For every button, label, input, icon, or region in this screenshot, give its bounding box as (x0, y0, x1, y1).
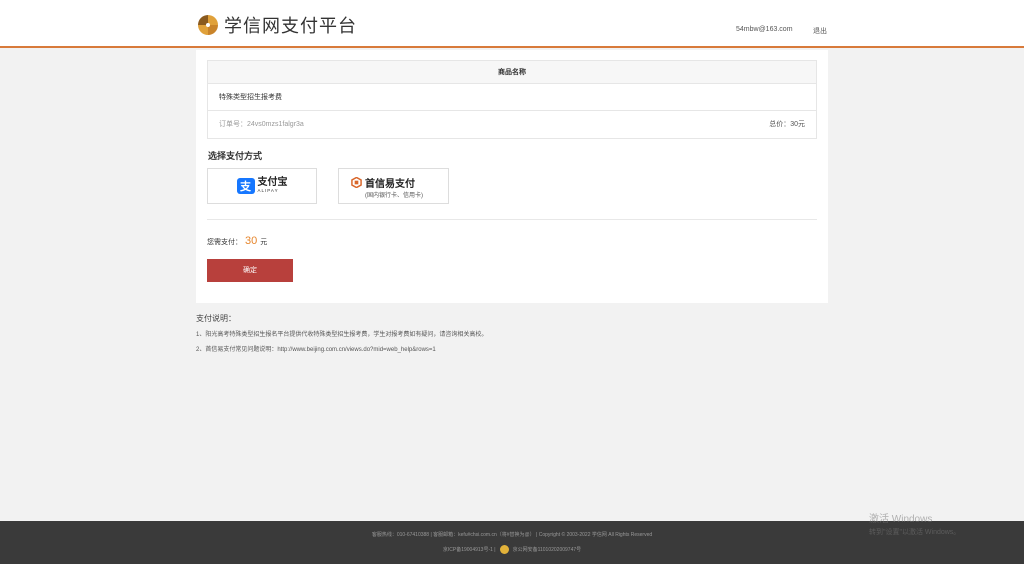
watermark-line-1: 激活 Windows (869, 514, 933, 525)
yeepay-option[interactable]: 首信易支付 (国内银行卡、信用卡) (338, 168, 449, 204)
alipay-sub: ALIPAY (257, 188, 279, 194)
confirm-button[interactable]: 确定 (207, 259, 293, 282)
payment-method-title: 选择支付方式 (208, 151, 263, 161)
order-number: 订单号：24vs0mzs1falgr3a (219, 121, 304, 128)
payment-card: 商品名称 特殊类型招生报考费 订单号：24vs0mzs1falgr3a 总价：3… (196, 50, 828, 303)
police-record[interactable]: 京公网安备11010202009747号 (513, 546, 582, 553)
order-summary-row: 订单号：24vs0mzs1falgr3a 总价：30元 (208, 111, 816, 138)
notes-line-2: 2、首信易支付常见问题说明：http://www.beijing.com.cn/… (196, 347, 436, 353)
yeepay-sub: (国内银行卡、信用卡) (365, 193, 423, 199)
logo-text: 学信网支付平台 (224, 16, 357, 36)
amount-due: 您需支付： 30 元 (207, 235, 267, 247)
user-email: 54mbw@163.com (736, 26, 793, 33)
windows-activation-watermark: 激活 Windows 转到"设置"以激活 Windows。 (869, 510, 960, 537)
alipay-option[interactable]: 支 支付宝 ALIPAY (207, 168, 317, 204)
item-name: 特殊类型招生报考费 (208, 84, 816, 111)
amount-value: 30 (245, 235, 258, 247)
divider (207, 219, 817, 220)
yeepay-icon (351, 177, 362, 188)
icp-record[interactable]: 京ICP备19004913号-1 | (443, 546, 496, 553)
order-table: 商品名称 特殊类型招生报考费 订单号：24vs0mzs1falgr3a 总价：3… (207, 60, 817, 139)
order-total: 总价：30元 (769, 121, 805, 128)
yeepay-name: 首信易支付 (365, 179, 415, 190)
table-header: 商品名称 (208, 61, 816, 84)
notes-line-1: 1、阳光高考特殊类型招生报名平台提供代收特殊类型招生报考费，学生对报考费如有疑问… (196, 332, 488, 338)
chsi-logo-icon (198, 15, 218, 35)
watermark-line-2: 转到"设置"以激活 Windows。 (869, 529, 961, 536)
logout-link[interactable]: 退出 (813, 26, 827, 36)
logo[interactable]: 学信网支付平台 (196, 12, 357, 38)
alipay-icon: 支 (236, 178, 255, 194)
top-header: 学信网支付平台 54mbw@163.com 退出 (0, 0, 1024, 48)
notes-title: 支付说明： (196, 314, 236, 323)
amount-unit: 元 (260, 239, 268, 246)
police-badge-icon (499, 545, 509, 554)
footer-registration: 京ICP备19004913号-1 | 京公网安备11010202009747号 (0, 545, 1024, 554)
payment-notes: 支付说明： 1、阳光高考特殊类型招生报名平台提供代收特殊类型招生报考费，学生对报… (196, 313, 487, 359)
amount-label: 您需支付： (207, 239, 242, 246)
alipay-name: 支付宝 (257, 177, 288, 189)
